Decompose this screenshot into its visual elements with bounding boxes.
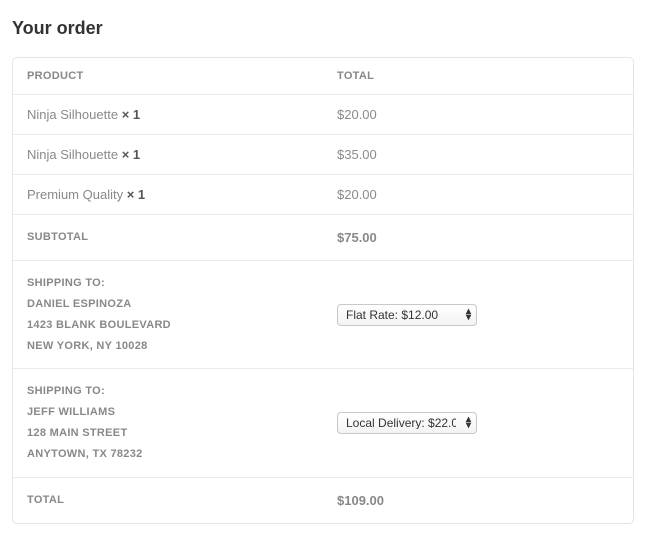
product-qty: × 1 — [127, 187, 145, 202]
product-total: $20.00 — [323, 95, 633, 135]
shipping-to-label: SHIPPING TO: — [27, 273, 309, 294]
shipping-method-select[interactable]: Local Delivery: $22.00 — [337, 412, 477, 434]
shipping-to-label: SHIPPING TO: — [27, 381, 309, 402]
product-total: $35.00 — [323, 135, 633, 175]
total-value: $109.00 — [323, 478, 633, 523]
shipping-address-line: JEFF WILLIAMS — [27, 402, 309, 423]
shipping-address-line: NEW YORK, NY 10028 — [27, 336, 309, 357]
subtotal-label: SUBTOTAL — [13, 215, 323, 261]
page-title: Your order — [12, 18, 634, 39]
shipping-address-line: ANYTOWN, TX 78232 — [27, 444, 309, 465]
table-row: Premium Quality × 1 $20.00 — [13, 175, 633, 215]
order-review-table: PRODUCT TOTAL Ninja Silhouette × 1 $20.0… — [12, 57, 634, 524]
total-label: TOTAL — [13, 478, 323, 523]
table-row: Ninja Silhouette × 1 $20.00 — [13, 95, 633, 135]
column-header-product: PRODUCT — [13, 58, 323, 95]
shipping-address-line: 1423 BLANK BOULEVARD — [27, 315, 309, 336]
shipping-method-select[interactable]: Flat Rate: $12.00 — [337, 304, 477, 326]
product-name: Ninja Silhouette — [27, 147, 118, 162]
product-name: Premium Quality — [27, 187, 123, 202]
table-row: Ninja Silhouette × 1 $35.00 — [13, 135, 633, 175]
shipping-address-line: DANIEL ESPINOZA — [27, 294, 309, 315]
column-header-total: TOTAL — [323, 58, 633, 95]
subtotal-value: $75.00 — [323, 215, 633, 261]
product-qty: × 1 — [122, 147, 140, 162]
product-name: Ninja Silhouette — [27, 107, 118, 122]
product-total: $20.00 — [323, 175, 633, 215]
product-qty: × 1 — [122, 107, 140, 122]
shipping-address-line: 128 MAIN STREET — [27, 423, 309, 444]
